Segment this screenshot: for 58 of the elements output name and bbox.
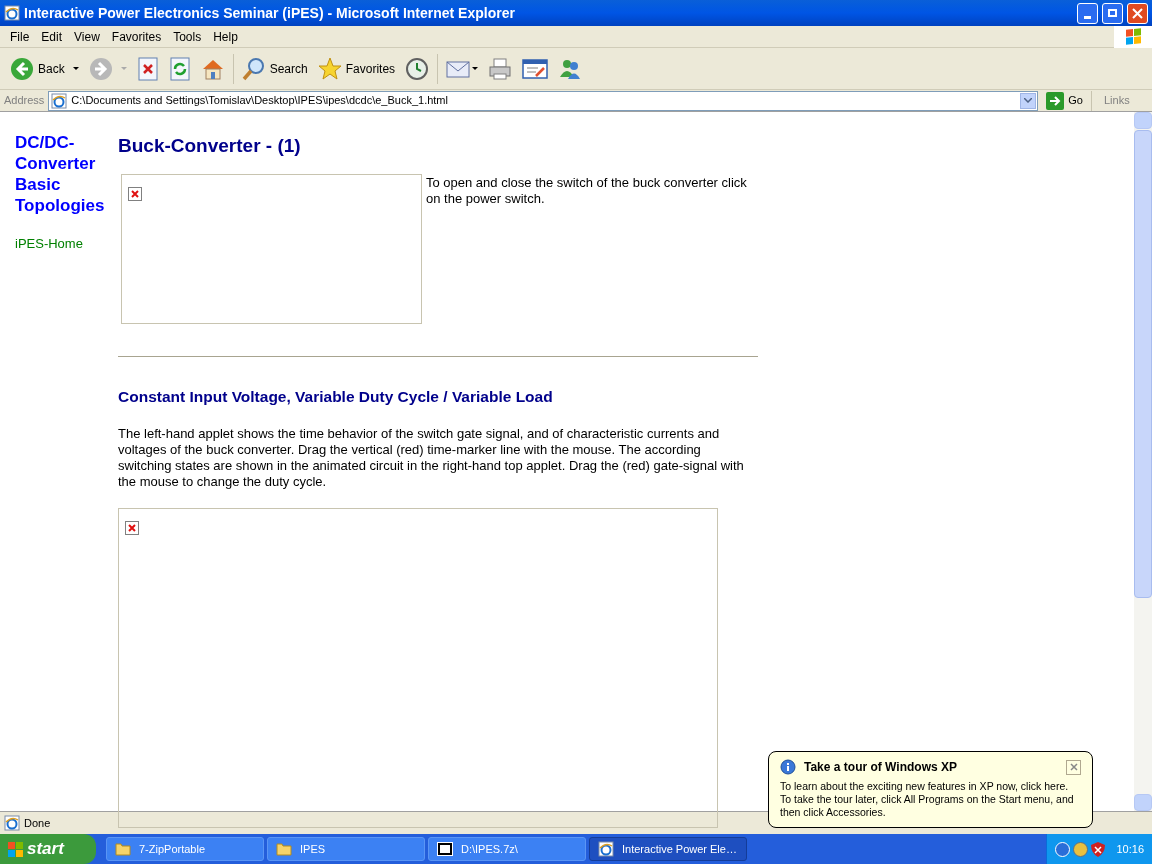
folder-icon <box>115 842 131 856</box>
applet-instructions: To open and close the switch of the buck converter click on the power switch. <box>426 173 748 208</box>
back-button[interactable]: Back <box>8 52 81 85</box>
windows-logo-icon <box>1114 25 1152 48</box>
close-button[interactable] <box>1066 759 1081 775</box>
clock: 10:16 <box>1116 841 1144 857</box>
menu-item[interactable]: Help <box>207 27 244 46</box>
favorites-button[interactable]: Favorites <box>315 52 398 85</box>
history-icon <box>405 56 430 81</box>
balloon-title: Take a tour of Windows XP <box>804 759 959 776</box>
window-title: Interactive Power Electronics Seminar (iPES) - Microsoft Internet Explorer <box>24 3 516 23</box>
menu-item[interactable]: Tools <box>167 27 208 46</box>
printer-icon <box>488 56 513 81</box>
address-field[interactable]: C:\Documents and Settings\Tomislav\Desktop\IPES\ipes\dcdc\e_Buck_1.html <box>48 90 1039 111</box>
refresh-icon <box>168 56 191 81</box>
scrollbar[interactable] <box>1134 112 1152 811</box>
archive-icon <box>437 842 453 856</box>
minimize-button[interactable] <box>1077 2 1098 24</box>
taskbar-button[interactable]: 7-ZipPortable <box>106 837 264 861</box>
restore-button[interactable] <box>1102 2 1123 24</box>
sidebar-heading: DC/DC-Converter Basic Topologies <box>15 132 106 216</box>
star-icon <box>317 56 342 81</box>
address-label: Address <box>4 93 45 109</box>
section-paragraph: The left-hand applet shows the time behavior of the switch gate signal, and of characteristic currents and voltages of the buck converter. Drag the vertical (red) time-marker line with the mouse. The according switching states are shown in the animated circuit in the right-hand top applet. Drag the (red) gate-signal with the mouse to change the duty cycle. <box>118 425 745 490</box>
start-button[interactable]: start <box>0 834 96 864</box>
shield-icon[interactable] <box>1091 841 1105 857</box>
section-heading: Constant Input Voltage, Variable Duty Cycle / Variable Load <box>118 386 554 407</box>
menu-item[interactable]: File <box>4 27 36 46</box>
dropdown-arrow-icon <box>72 67 79 70</box>
page-icon <box>51 92 68 109</box>
edit-page-icon <box>522 57 549 80</box>
browser-icon <box>4 5 20 21</box>
balloon-text: To learn about the exciting new features in XP now, click here. To take the tour later, click All Programs on the Start menu, and then click Accessories. <box>780 780 1075 819</box>
menu-item[interactable]: Edit <box>35 27 69 46</box>
close-icon <box>1132 7 1143 19</box>
mail-icon <box>446 58 471 79</box>
page-icon <box>4 815 20 831</box>
dropdown-arrow-icon <box>472 67 479 70</box>
home-link[interactable]: iPES-Home <box>15 234 118 254</box>
windows-logo-icon <box>8 841 23 857</box>
close-icon <box>1069 763 1078 771</box>
search-icon <box>241 56 266 81</box>
notification-balloon[interactable]: Take a tour of Windows XP To learn about the exciting new features in XP now, click here. To take the tour later, click All Programs on the Start menu, and then click Accessories. <box>768 751 1093 828</box>
dropdown-arrow-icon <box>120 67 127 70</box>
go-button[interactable]: Go <box>1042 91 1087 110</box>
page-title: Buck-Converter - (1) <box>118 134 302 158</box>
menu-item[interactable]: Favorites <box>105 27 168 46</box>
broken-image-icon <box>125 520 139 535</box>
taskbar-button[interactable]: Interactive Power Ele… <box>589 837 747 861</box>
taskbar-button[interactable]: IPES <box>267 837 425 861</box>
search-button[interactable]: Search <box>239 52 310 85</box>
taskbar-button[interactable]: D:\IPES.7z\ <box>428 837 586 861</box>
folder-icon <box>276 842 292 856</box>
stop-icon <box>136 56 159 81</box>
broken-image-icon <box>128 186 142 201</box>
browser-icon <box>598 841 614 857</box>
status-text: Done <box>24 815 51 831</box>
menu-item[interactable]: View <box>68 27 106 46</box>
